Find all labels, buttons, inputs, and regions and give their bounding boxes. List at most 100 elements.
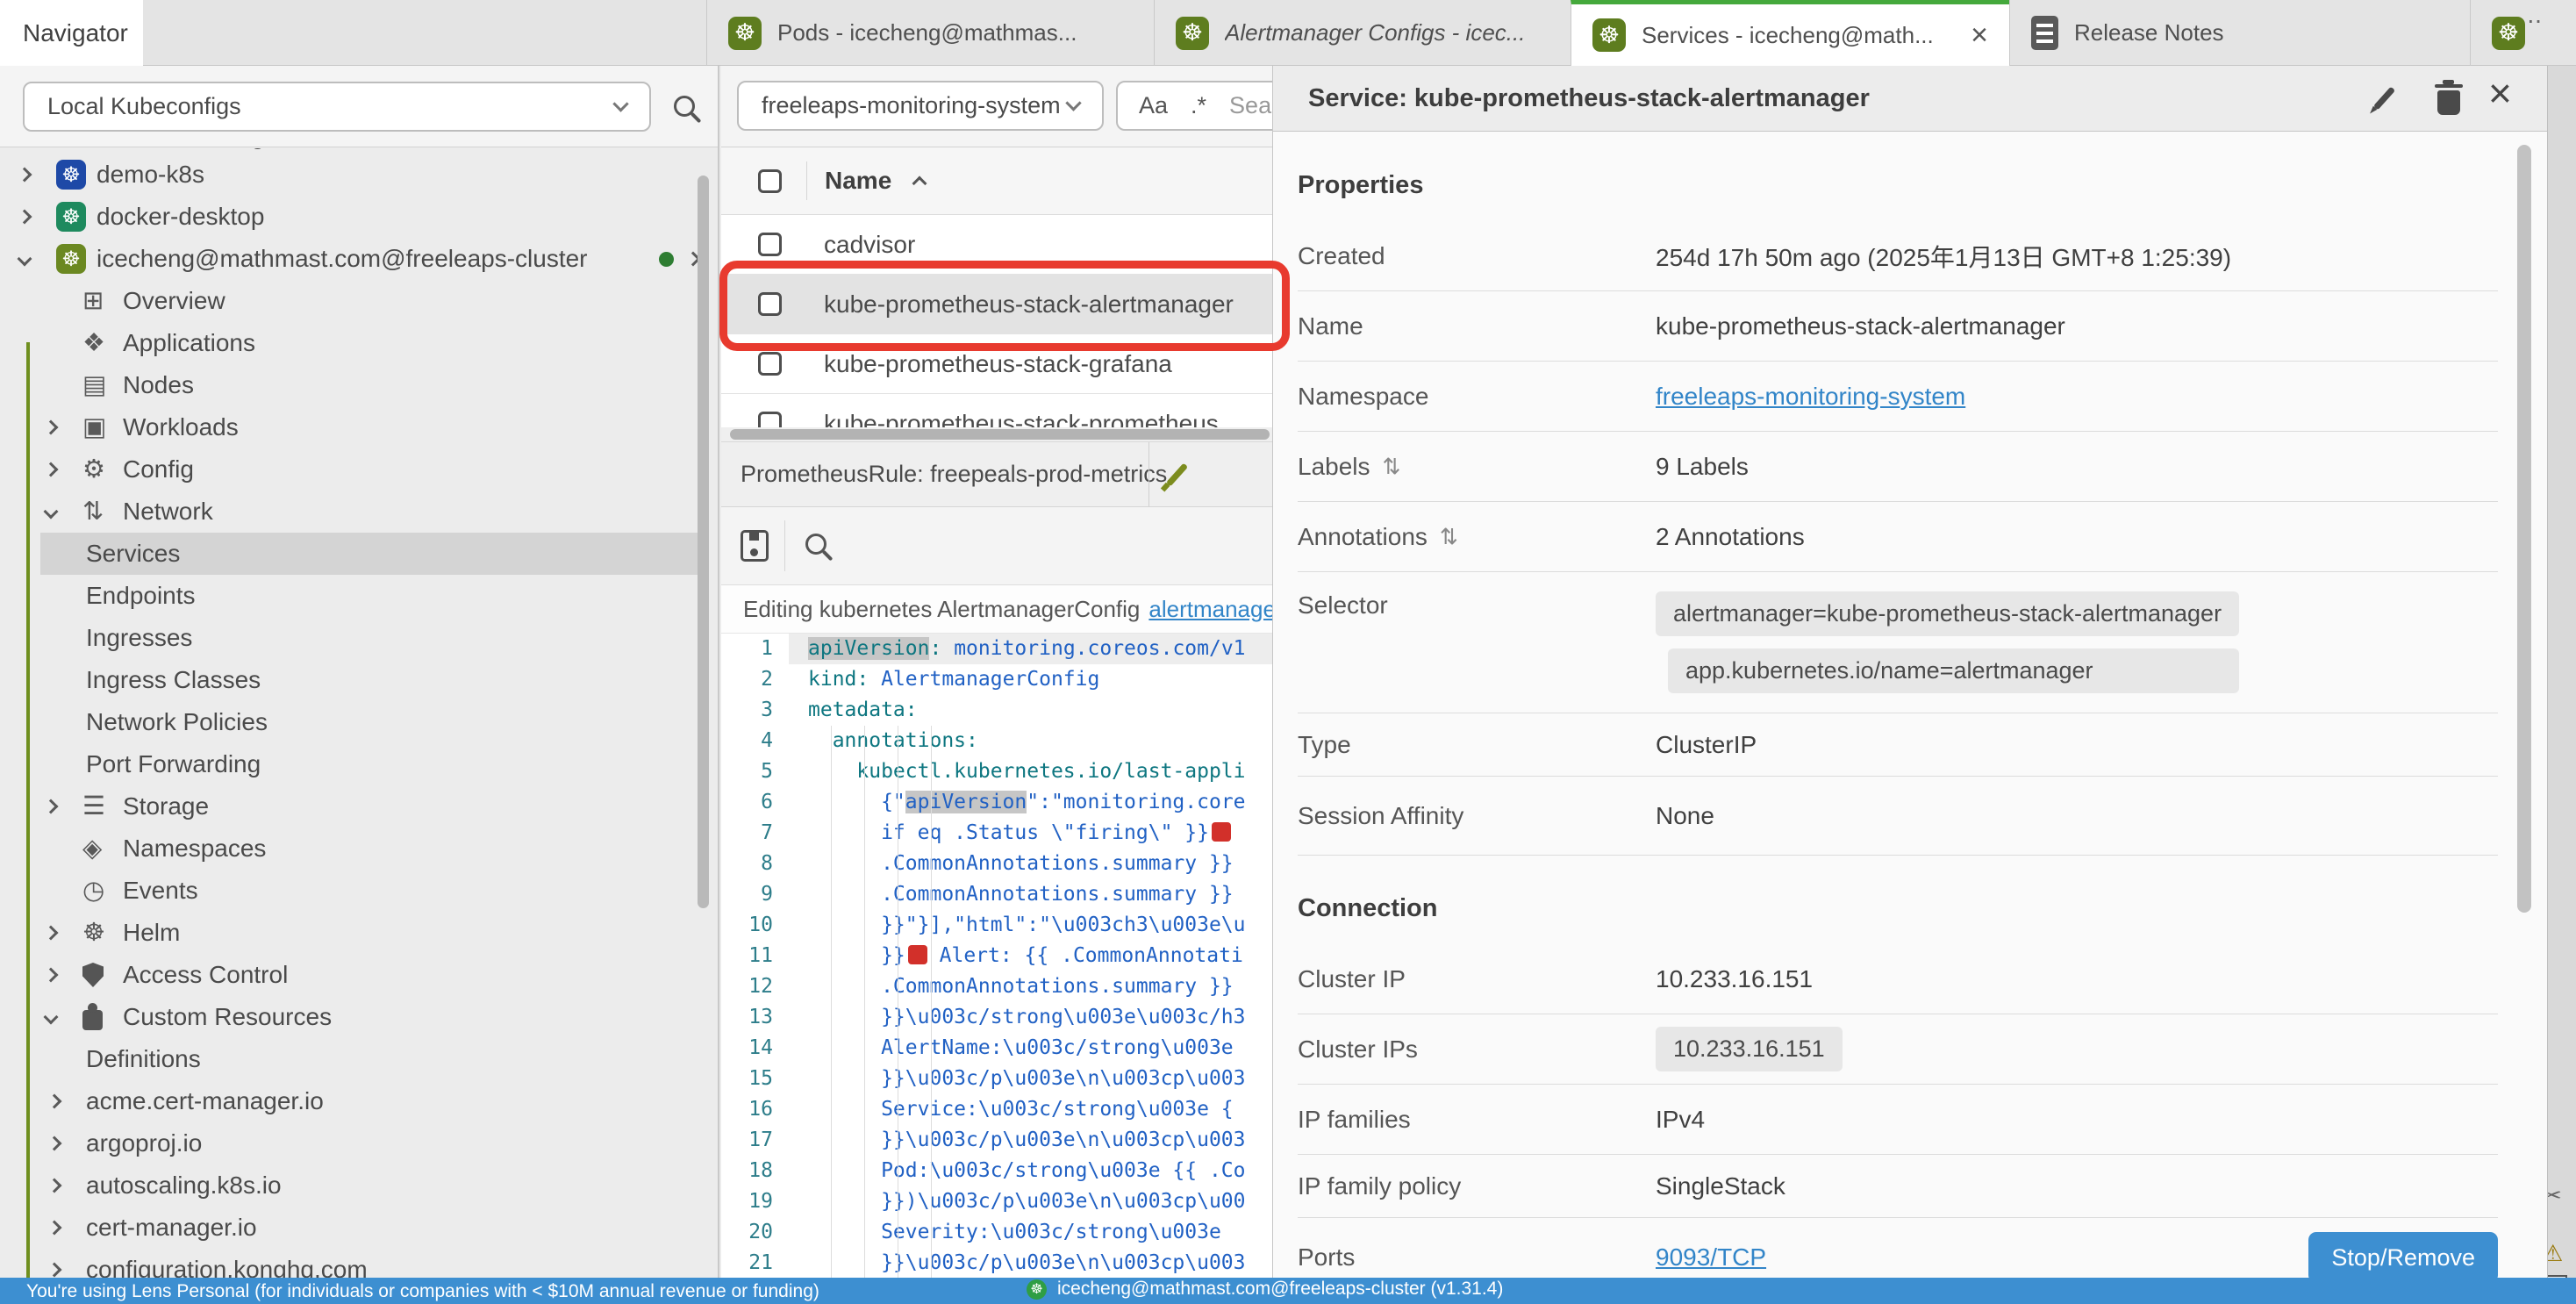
tab-pods[interactable]: ☸ Pods - icecheng@mathmas...: [706, 0, 1154, 66]
events-icon: ◷: [82, 878, 104, 904]
sidebar-item-icecheng-mathmast-com-freeleaps-cluster[interactable]: ☸icecheng@mathmast.com@freeleaps-cluster: [0, 238, 718, 280]
close-icon[interactable]: ×: [2488, 69, 2512, 117]
property-label: Labels: [1298, 453, 1370, 481]
property-value: IPv4: [1656, 1106, 1705, 1134]
chevron-right-icon[interactable]: [47, 1263, 62, 1278]
chevron-right-icon[interactable]: [47, 1221, 62, 1236]
port-link[interactable]: 9093/TCP: [1656, 1243, 1766, 1272]
chevron-right-icon[interactable]: [18, 210, 32, 225]
chevron-right-icon[interactable]: [44, 462, 59, 477]
delete-icon[interactable]: [2437, 90, 2460, 115]
divider: [1148, 442, 1149, 506]
sidebar-item-workloads[interactable]: ▣Workloads: [0, 406, 718, 448]
expand-toggle-icon[interactable]: ⇅: [1440, 524, 1458, 550]
tab-release-notes[interactable]: Release Notes: [2009, 0, 2470, 66]
edit-icon[interactable]: [1166, 463, 1188, 487]
sidebar-item-custom-resources[interactable]: Custom Resources: [0, 996, 718, 1038]
chevron-down-icon[interactable]: [44, 505, 59, 519]
sidebar-item-docker-desktop[interactable]: ☸ docker-desktop: [0, 196, 718, 238]
match-case-icon[interactable]: Aa: [1139, 92, 1168, 119]
line-number: 14: [721, 1033, 789, 1064]
kubeconfig-select[interactable]: Local Kubeconfigs: [23, 82, 651, 132]
sidebar-item-network-policies[interactable]: Network Policies: [0, 701, 718, 743]
tab-close-icon[interactable]: ×: [1971, 18, 1988, 53]
sidebar-item-ingresses[interactable]: Ingresses: [0, 617, 718, 659]
cluster-status-icon[interactable]: ☸: [1027, 1279, 1047, 1300]
chevron-right-icon[interactable]: [44, 968, 59, 983]
editing-resource-link[interactable]: alertmanager: [1148, 596, 1283, 623]
sidebar-item-configuration-konghq-com[interactable]: configuration.konghq.com: [0, 1249, 718, 1278]
namespace-link[interactable]: freeleaps-monitoring-system: [1656, 383, 1965, 411]
applications-icon: ❖: [82, 331, 105, 356]
chevron-right-icon[interactable]: [44, 420, 59, 435]
sidebar-item-storage[interactable]: ☰Storage: [0, 785, 718, 828]
sidebar-item-helm[interactable]: ☸Helm: [0, 912, 718, 954]
sidebar-item-ingress-classes[interactable]: Ingress Classes: [0, 659, 718, 701]
tab-partial[interactable]: ☸: [2470, 0, 2576, 66]
sidebar-item-label: docker-desktop: [97, 203, 264, 231]
sidebar-item-endpoints[interactable]: Endpoints: [0, 575, 718, 617]
sidebar-item-access-control[interactable]: Access Control: [0, 954, 718, 996]
chevron-right-icon[interactable]: [47, 1179, 62, 1193]
sidebar-item-network[interactable]: ⇅Network: [0, 491, 718, 533]
sort-asc-icon[interactable]: [912, 176, 927, 191]
sidebar-item-namespaces[interactable]: ◈Namespaces: [0, 828, 718, 870]
sidebar-item-config[interactable]: ⚙Config: [0, 448, 718, 491]
stop-remove-button[interactable]: Stop/Remove: [2308, 1232, 2498, 1278]
column-name[interactable]: Name: [825, 167, 891, 195]
cluster-status-text[interactable]: icecheng@mathmast.com@freeleaps-cluster …: [1057, 1279, 1503, 1300]
chevron-right-icon[interactable]: [18, 168, 32, 183]
chevron-right-icon[interactable]: [44, 799, 59, 814]
sidebar-item-port-forwarding[interactable]: Port Forwarding: [0, 743, 718, 785]
property-label: Created: [1298, 242, 1385, 270]
sidebar-item-nodes[interactable]: ▤Nodes: [0, 364, 718, 406]
sidebar-item-events[interactable]: ◷ Events: [0, 870, 718, 912]
kubernetes-cluster-icon: ☸: [56, 202, 86, 232]
regex-icon[interactable]: .*: [1191, 92, 1206, 119]
row-checkbox[interactable]: [758, 412, 782, 427]
sidebar-item-label: Config: [123, 455, 194, 484]
panel-body: Properties Created 254d 17h 50m ago (202…: [1273, 133, 2547, 1278]
save-icon[interactable]: [741, 530, 769, 562]
select-all-checkbox[interactable]: [758, 169, 782, 193]
property-label: Annotations: [1298, 523, 1428, 551]
sidebar-item-overview[interactable]: ⊞Overview: [0, 280, 718, 322]
chevron-right-icon[interactable]: [47, 1094, 62, 1109]
row-checkbox[interactable]: [758, 352, 782, 376]
editing-text: Editing kubernetes AlertmanagerConfig: [743, 596, 1140, 623]
sidebar-item-definitions[interactable]: Definitions: [0, 1038, 718, 1080]
property-value: 2 Annotations: [1656, 523, 1805, 551]
chevron-down-icon[interactable]: [44, 1010, 59, 1025]
sidebar-item-label: Services: [86, 540, 180, 568]
expand-toggle-icon[interactable]: ⇅: [1383, 454, 1401, 480]
sidebar-item-cert-manager-io[interactable]: cert-manager.io: [0, 1207, 718, 1249]
namespaces-icon: ◈: [82, 836, 102, 862]
row-checkbox[interactable]: [758, 233, 782, 256]
horizontal-scrollbar-thumb[interactable]: [730, 429, 1270, 440]
sidebar-item-argoproj-io[interactable]: argoproj.io: [0, 1122, 718, 1164]
chevron-right-icon[interactable]: [44, 926, 59, 941]
sidebar-item-services[interactable]: Services: [0, 533, 718, 575]
line-number: 5: [721, 756, 789, 787]
sidebar-item-applications[interactable]: ❖Applications: [0, 322, 718, 364]
status-bar: You're using Lens Personal (for individu…: [0, 1278, 2576, 1304]
namespace-select[interactable]: freeleaps-monitoring-system: [737, 81, 1104, 131]
sidebar-item-autoscaling-k8s-io[interactable]: autoscaling.k8s.io: [0, 1164, 718, 1207]
sidebar-item-demo-k8s[interactable]: ☸demo-k8s: [0, 154, 718, 196]
cluster-ip-badge: 10.233.16.151: [1656, 1027, 1843, 1071]
search-icon[interactable]: [805, 534, 826, 555]
tab-alertmanager-configs[interactable]: ☸ Alertmanager Configs - icec...: [1154, 0, 1571, 66]
tab-services-active[interactable]: ☸ Services - icecheng@math... ×: [1571, 0, 2009, 66]
puzzle-icon: [82, 1010, 103, 1030]
chevron-right-icon[interactable]: [47, 1136, 62, 1151]
sidebar-item-label: Events: [123, 877, 198, 905]
sidebar-scrollbar[interactable]: [698, 176, 709, 908]
search-icon[interactable]: [674, 96, 695, 117]
edit-icon[interactable]: [2373, 87, 2395, 111]
panel-scrollbar[interactable]: [2517, 145, 2531, 913]
siren-emoji: [908, 945, 927, 964]
indent-guide: [831, 726, 832, 1278]
line-number: 9: [721, 879, 789, 910]
sidebar-item-acme-cert-manager-io[interactable]: acme.cert-manager.io: [0, 1080, 718, 1122]
chevron-down-icon[interactable]: [18, 252, 32, 267]
